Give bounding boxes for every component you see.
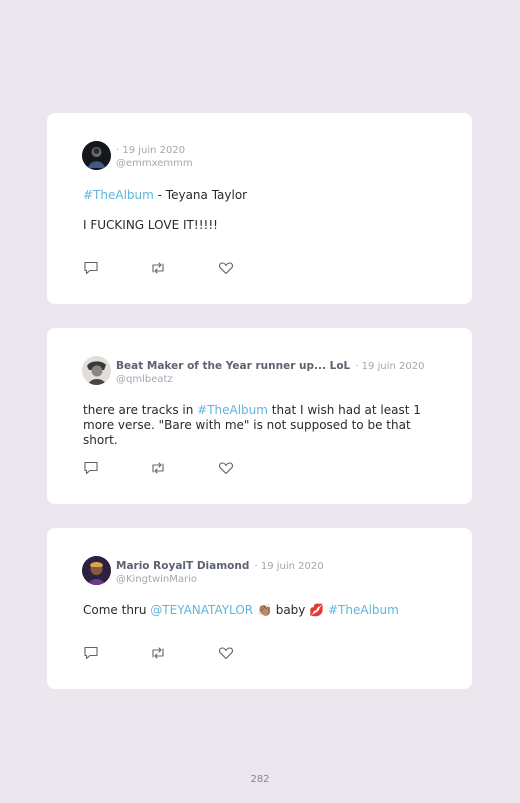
user-handle[interactable]: @qmlbeatz [116,373,424,386]
tweet-header: Beat Maker of the Year runner up... LoL … [116,357,424,386]
tweet-card: Beat Maker of the Year runner up... LoL … [47,328,472,504]
reply-icon[interactable] [83,646,99,660]
clap-emoji: 👏🏽 [256,603,272,617]
hashtag-link[interactable]: #TheAlbum [83,188,154,202]
tweet-text: Come thru @TEYANATAYLOR 👏🏽 baby 💋 #TheAl… [83,603,448,618]
tweet-date: · 19 juin 2020 [254,561,324,572]
mention-link[interactable]: @TEYANATAYLOR [150,603,253,617]
tweet-text: there are tracks in #TheAlbum that I wis… [83,403,448,448]
tweet-header: · 19 juin 2020 @emmxemmm [116,141,193,170]
tweet-card: Mario RoyalT Diamond · 19 juin 2020 @Kin… [47,528,472,689]
page-number: 282 [250,774,270,785]
like-icon[interactable] [218,646,234,660]
tweet-date: · 19 juin 2020 [116,145,186,156]
retweet-icon[interactable] [150,646,166,660]
avatar[interactable] [82,556,111,585]
tweet-text-part: baby [271,603,310,617]
reply-icon[interactable] [83,261,99,275]
like-icon[interactable] [218,461,234,475]
tweet-text-part: Come thru [83,603,151,617]
tweet-text: I FUCKING LOVE IT!!!!! [83,218,218,232]
tweet-text-part: there are tracks in [83,403,198,417]
user-display-name[interactable]: Mario RoyalT Diamond [116,560,249,572]
user-display-name[interactable]: Beat Maker of the Year runner up... LoL [116,360,350,372]
like-icon[interactable] [218,261,234,275]
tweet-actions [83,461,243,475]
user-handle[interactable]: @emmxemmm [116,157,193,170]
retweet-icon[interactable] [150,261,166,275]
tweet-actions [83,646,243,660]
reply-icon[interactable] [83,461,99,475]
tweet-text-part: - Teyana Taylor [153,188,248,202]
retweet-icon[interactable] [150,461,166,475]
user-handle[interactable]: @KingtwinMario [116,573,324,586]
hashtag-link[interactable]: #TheAlbum [197,403,268,417]
avatar[interactable] [82,141,111,170]
hashtag-link[interactable]: #TheAlbum [328,603,399,617]
kiss-emoji: 💋 [309,603,325,617]
tweet-card: · 19 juin 2020 @emmxemmm #TheAlbum - Tey… [47,113,472,304]
tweet-date: · 19 juin 2020 [355,361,425,372]
tweet-actions [83,261,243,275]
tweet-header: Mario RoyalT Diamond · 19 juin 2020 @Kin… [116,557,324,586]
avatar[interactable] [82,356,111,385]
tweet-text: #TheAlbum - Teyana Taylor [83,188,448,203]
